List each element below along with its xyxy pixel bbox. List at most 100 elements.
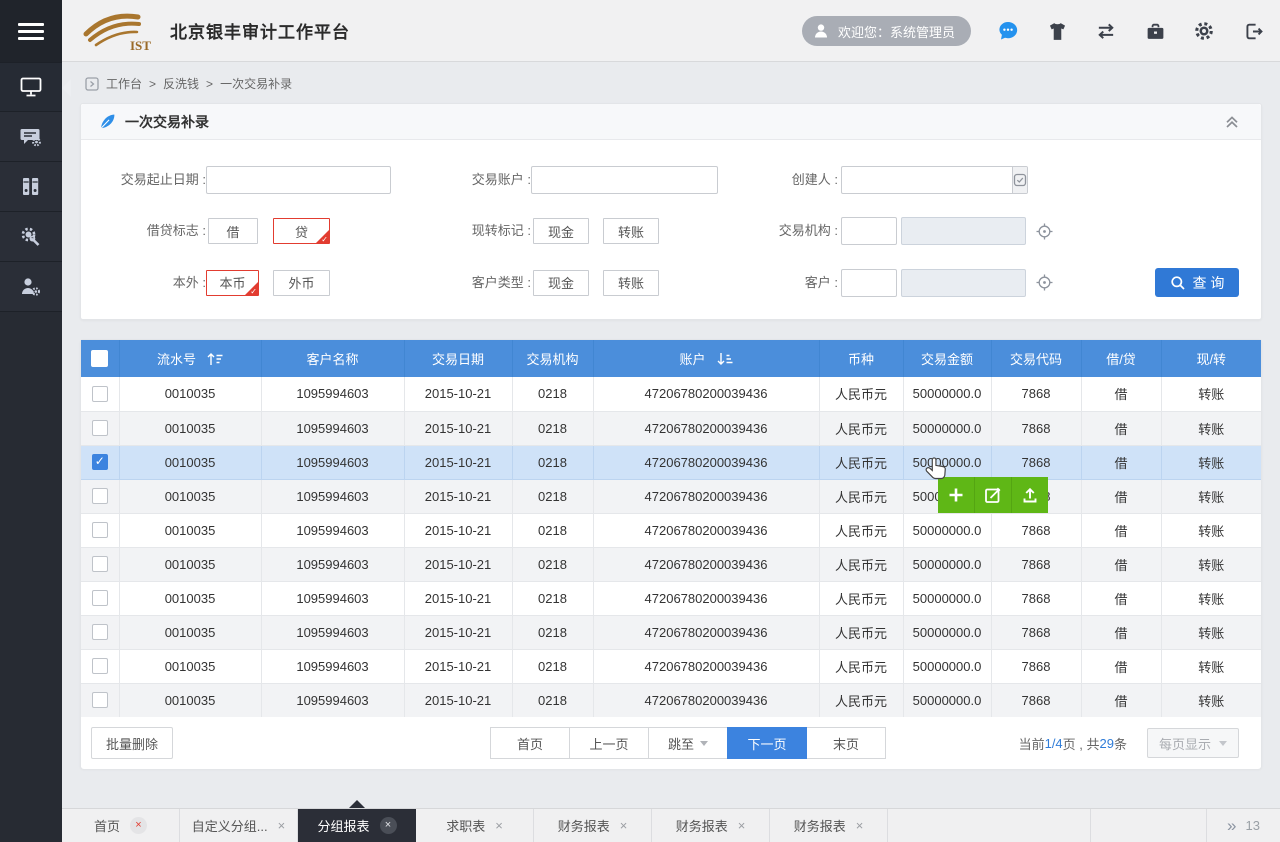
sidebar-item-messages[interactable] [0,112,62,162]
bottom-tab-3[interactable]: 求职表× [416,809,534,842]
column-header[interactable]: 交易代码 [991,340,1081,377]
sort-ascending-icon[interactable] [206,352,223,366]
bottom-tab-4[interactable]: 财务报表× [534,809,652,842]
tab-close-icon[interactable]: × [495,818,503,833]
sidebar-item-users[interactable] [0,262,62,312]
column-header[interactable]: 交易机构 [512,340,593,377]
user-welcome-badge[interactable]: 欢迎您：系统管理员 [802,16,971,46]
last-page-button[interactable]: 末页 [806,727,886,759]
hamburger-menu-button[interactable] [0,0,62,62]
batch-delete-button[interactable]: 批量删除 [91,727,173,759]
transfer-icon[interactable] [1095,20,1117,42]
column-header[interactable]: 交易日期 [404,340,512,377]
creator-input[interactable] [841,166,1028,194]
tab-close-icon[interactable]: × [620,818,628,833]
foreign-currency-toggle[interactable]: 外币 [273,270,330,296]
row-checkbox[interactable] [92,386,108,402]
upload-row-button[interactable] [1012,477,1048,513]
customer-type-cash-toggle[interactable]: 现金 [533,270,589,296]
customer-picker-button[interactable] [1035,273,1054,292]
search-icon [1170,275,1186,291]
select-all-checkbox[interactable] [91,350,108,367]
creator-check-button[interactable] [1012,167,1027,193]
double-chevron-right-icon: » [1227,817,1236,834]
date-range-field[interactable] [195,167,383,193]
jump-to-button[interactable]: 跳至 [648,727,728,759]
table-row[interactable]: 001003510959946032015-10-210218472067802… [81,547,1261,581]
bottom-tab-1[interactable]: 自定义分组...× [180,809,298,842]
row-checkbox[interactable] [92,658,108,674]
row-checkbox[interactable] [92,454,108,470]
message-icon[interactable] [997,20,1019,42]
logout-icon[interactable] [1242,20,1264,42]
transfer-toggle[interactable]: 转账 [603,218,659,244]
credit-toggle[interactable]: 贷 [273,218,330,244]
table-row[interactable]: 001003510959946032015-10-210218472067802… [81,479,1261,513]
tab-close-icon[interactable]: × [380,817,397,834]
briefcase-icon[interactable] [1144,20,1166,42]
next-page-button[interactable]: 下一页 [727,727,807,759]
column-header[interactable]: 客户名称 [261,340,404,377]
gear-icon[interactable] [1193,20,1215,42]
table-row[interactable]: 001003510959946032015-10-210218472067802… [81,411,1261,445]
column-header[interactable]: 账户 [593,340,819,377]
row-checkbox[interactable] [92,522,108,538]
sort-descending-icon[interactable] [716,352,733,366]
local-currency-toggle[interactable]: 本币 [206,270,259,296]
sidebar-item-settings[interactable] [0,212,62,262]
bottom-tab-0[interactable]: 首页× [62,809,180,842]
trade-account-input[interactable] [531,166,718,194]
column-header[interactable]: 借/贷 [1081,340,1161,377]
org-code-input[interactable] [841,217,897,245]
table-row[interactable]: 001003510959946032015-10-210218472067802… [81,649,1261,683]
sidebar-item-archives[interactable] [0,162,62,212]
tab-close-icon[interactable]: × [856,818,864,833]
bottom-tab-2[interactable]: 分组报表× [298,809,416,842]
collapse-panel-button[interactable] [1223,113,1241,134]
table-row[interactable]: 001003510959946032015-10-210218472067802… [81,615,1261,649]
row-checkbox[interactable] [92,692,108,708]
column-header[interactable]: 现/转 [1161,340,1261,377]
tab-close-icon[interactable]: × [738,818,746,833]
bottom-tab-5[interactable]: 财务报表× [652,809,770,842]
cash-toggle[interactable]: 现金 [533,218,589,244]
breadcrumb-item[interactable]: 工作台 [106,75,142,92]
table-row[interactable]: 001003510959946032015-10-210218472067802… [81,513,1261,547]
date-range-input[interactable] [206,166,391,194]
row-checkbox[interactable] [92,488,108,504]
tab-close-icon[interactable]: × [278,818,286,833]
breadcrumb-item[interactable]: 反洗钱 [163,75,199,92]
prev-page-button[interactable]: 上一页 [569,727,649,759]
sidebar-item-workbench[interactable] [0,62,62,112]
row-checkbox[interactable] [92,624,108,640]
page-size-select[interactable]: 每页显示 [1147,728,1239,758]
bottom-tab-6[interactable]: 财务报表× [770,809,888,842]
customer-code-input[interactable] [841,269,897,297]
edit-row-button[interactable] [975,477,1012,513]
table-cell: 转账 [1161,615,1261,649]
table-row[interactable]: 001003510959946032015-10-210218472067802… [81,581,1261,615]
trade-account-field[interactable] [522,167,710,193]
main-content: 工作台 > 反洗钱 > 一次交易补录 一次交易补录 交易起止日期 : [62,62,1280,808]
theme-icon[interactable] [1046,20,1068,42]
row-checkbox[interactable] [92,420,108,436]
row-checkbox[interactable] [92,590,108,606]
table-cell: 2015-10-21 [404,513,512,547]
column-header[interactable]: 流水号 [119,340,261,377]
query-button[interactable]: 查 询 [1155,268,1239,297]
org-picker-button[interactable] [1035,222,1054,241]
customer-type-transfer-toggle[interactable]: 转账 [603,270,659,296]
first-page-button[interactable]: 首页 [490,727,570,759]
add-row-button[interactable] [938,477,975,513]
table-row[interactable]: 001003510959946032015-10-210218472067802… [81,377,1261,411]
column-header[interactable]: 币种 [819,340,903,377]
tab-close-icon[interactable]: × [130,817,147,834]
table-row[interactable]: 001003510959946032015-10-210218472067802… [81,445,1261,479]
table-cell: 转账 [1161,411,1261,445]
column-header[interactable]: 交易金额 [903,340,991,377]
row-checkbox[interactable] [92,556,108,572]
tab-overflow-button[interactable]: » 13 [1206,809,1280,842]
table-row[interactable]: 001003510959946032015-10-210218472067802… [81,683,1261,717]
creator-field[interactable] [824,167,1012,193]
debit-toggle[interactable]: 借 [208,218,258,244]
